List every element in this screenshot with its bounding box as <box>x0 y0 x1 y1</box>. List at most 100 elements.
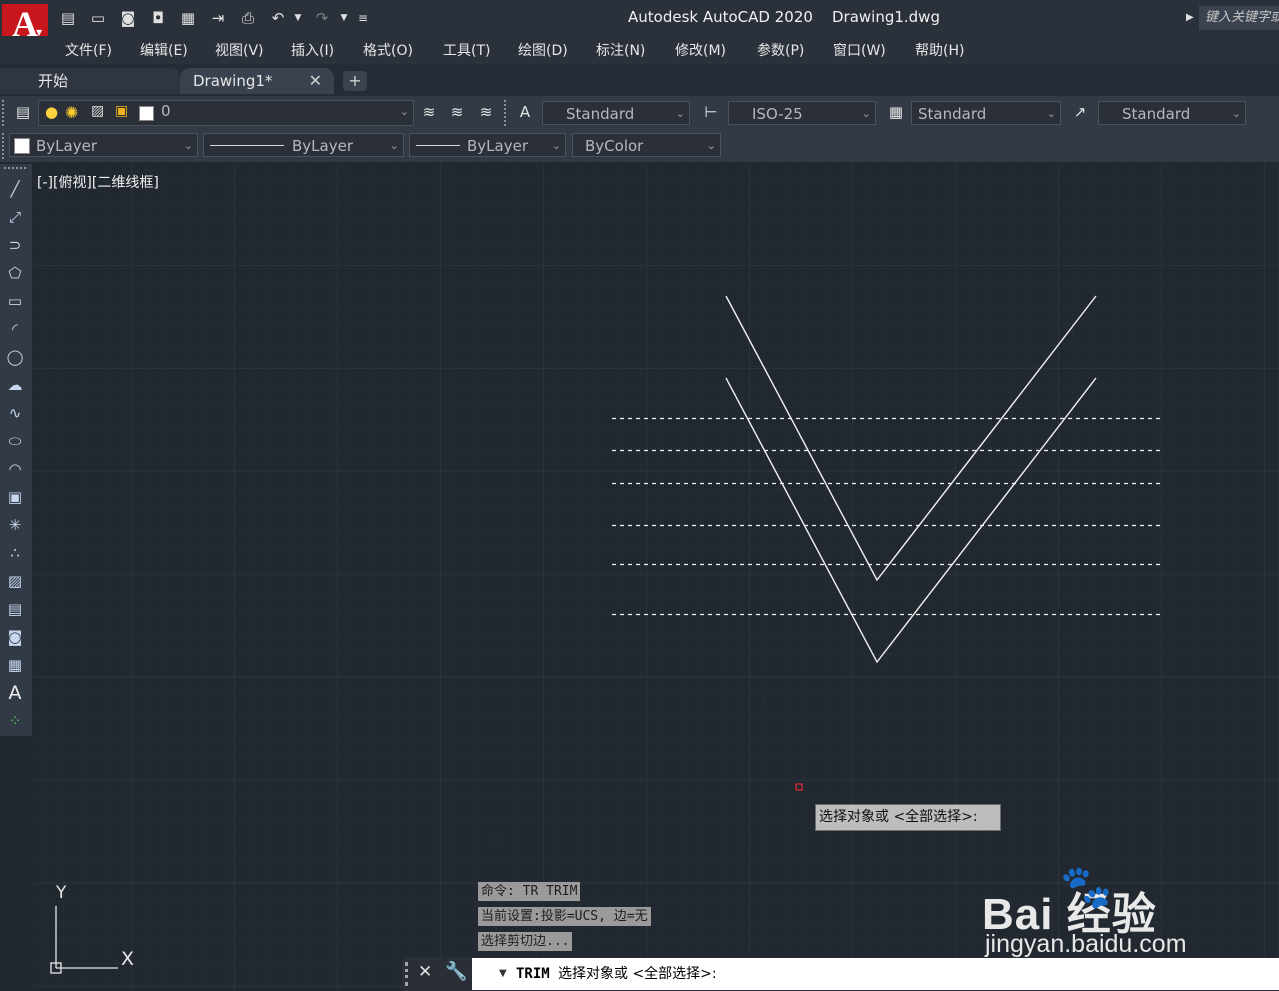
make-current-layer-icon[interactable]: ≋ <box>418 101 440 123</box>
table-tool-icon[interactable]: ▦ <box>4 654 26 676</box>
close-tab-icon[interactable]: ✕ <box>309 68 322 94</box>
app-menu-chevron-icon: ▼ <box>36 28 43 37</box>
arc-tool-icon[interactable]: ◜ <box>4 318 26 340</box>
spline-tool-icon[interactable]: ∿ <box>4 402 26 424</box>
redo-icon[interactable]: ↷ <box>312 9 332 27</box>
new-file-icon[interactable]: ▤ <box>58 9 78 27</box>
layer-dropdown[interactable]: ● ✺ ▨ ▣ 0 ⌄ <box>38 100 414 126</box>
chevron-down-icon: ⌄ <box>861 107 871 120</box>
recent-commands-chevron-icon[interactable]: ▼ <box>499 958 507 990</box>
revision-cloud-icon[interactable]: ☁ <box>4 374 26 396</box>
chevron-down-icon: ⌄ <box>706 139 716 152</box>
lineweight-sample <box>416 145 460 146</box>
menu-help[interactable]: 帮助(H) <box>915 40 964 60</box>
toolbar-grip[interactable] <box>2 133 8 159</box>
text-style-value: Standard <box>566 105 635 123</box>
tab-drawing1[interactable]: Drawing1* ✕ <box>180 68 334 94</box>
current-layer-name: 0 <box>161 102 171 120</box>
publish-icon[interactable]: ▦ <box>178 9 198 27</box>
multiline-text-icon[interactable]: A <box>4 682 26 704</box>
toolbar-grip[interactable] <box>2 100 8 126</box>
undo-icon[interactable]: ↶ <box>268 9 288 27</box>
chevron-down-icon: ⌄ <box>551 139 561 152</box>
paw-icon: 🐾 <box>1060 862 1113 911</box>
redo-dropdown-icon[interactable]: ▼ <box>338 9 350 27</box>
multileader-style-value: Standard <box>1122 105 1191 123</box>
previous-layer-icon[interactable]: ≋ <box>475 101 497 123</box>
save-as-icon[interactable]: ◘ <box>148 9 168 27</box>
unlock-icon: ▣ <box>115 103 129 119</box>
menu-view[interactable]: 视图(V) <box>215 40 264 60</box>
watermark-url: jingyan.baidu.com <box>985 930 1187 958</box>
new-tab-button[interactable]: + <box>343 71 367 91</box>
menu-insert[interactable]: 插入(I) <box>291 40 334 60</box>
undo-dropdown-icon[interactable]: ▼ <box>292 9 304 27</box>
search-input[interactable]: 键入关键字或 <box>1199 6 1279 30</box>
line-tool-icon[interactable]: ╱ <box>4 178 26 200</box>
sun-icon: ✺ <box>65 103 79 122</box>
rectangle-tool-icon[interactable]: ▭ <box>4 290 26 312</box>
chevron-down-icon: ⌄ <box>1046 107 1056 120</box>
gradient-tool-icon[interactable]: ▤ <box>4 598 26 620</box>
print-icon[interactable]: ⎙ <box>238 9 258 27</box>
chevron-down-icon: ⌄ <box>389 139 399 152</box>
construction-line-icon[interactable]: ⤢ <box>4 206 26 228</box>
menu-file[interactable]: 文件(F) <box>65 40 112 60</box>
toolbar-grip[interactable] <box>504 100 510 126</box>
menu-dimension[interactable]: 标注(N) <box>596 40 645 60</box>
polyline-tool-icon[interactable]: ⊃ <box>4 234 26 256</box>
lineweight-dropdown[interactable]: ByLayer ⌄ <box>409 133 566 157</box>
insert-block-icon[interactable]: ▣ <box>4 486 26 508</box>
expand-arrow-icon[interactable]: ▶ <box>1186 12 1194 23</box>
dimension-style-value: ISO-25 <box>752 105 803 123</box>
ellipse-tool-icon[interactable]: ⬭ <box>4 430 26 452</box>
save-icon[interactable]: ◙ <box>118 9 138 27</box>
table-style-value: Standard <box>918 105 987 123</box>
open-folder-icon[interactable]: ▭ <box>88 9 108 27</box>
import-icon[interactable]: ⇥ <box>208 9 228 27</box>
linetype-sample <box>210 145 284 146</box>
table-style-dropdown[interactable]: Standard ⌄ <box>911 101 1061 125</box>
layer-properties-icon[interactable]: ▤ <box>12 101 34 123</box>
make-block-icon[interactable]: ✳ <box>4 514 26 536</box>
ellipse-arc-icon[interactable]: ◠ <box>4 458 26 480</box>
customize-wrench-icon[interactable]: 🔧 <box>445 961 467 982</box>
command-input[interactable]: ▼ TRIM 选择对象或 <全部选择>: <box>472 958 1279 990</box>
dimension-style-dropdown[interactable]: ISO-25 ⌄ <box>728 101 876 125</box>
menu-edit[interactable]: 编辑(E) <box>140 40 188 60</box>
viewport-controls-label[interactable]: [-][俯视][二维线框] <box>37 172 159 192</box>
close-icon[interactable]: ✕ <box>418 962 432 982</box>
customize-quick-access-icon[interactable]: ≡ <box>356 9 370 27</box>
linetype-dropdown[interactable]: ByLayer ⌄ <box>203 133 404 157</box>
menu-draw[interactable]: 绘图(D) <box>518 40 568 60</box>
text-style-dropdown[interactable]: Standard ⌄ <box>542 101 690 125</box>
command-prompt: 选择对象或 <全部选择>: <box>558 966 717 982</box>
command-line-grip[interactable] <box>405 962 414 986</box>
tab-start[interactable]: 开始 <box>0 68 180 94</box>
toolbar-grip[interactable] <box>4 167 26 173</box>
multileader-style-icon[interactable]: ↗ <box>1069 101 1091 123</box>
plot-style-dropdown[interactable]: ByColor ⌄ <box>572 133 721 157</box>
tab-start-label: 开始 <box>38 72 69 90</box>
dimension-style-icon[interactable]: ⊢ <box>700 101 722 123</box>
region-tool-icon[interactable]: ◙ <box>4 626 26 648</box>
polygon-tool-icon[interactable]: ⬠ <box>4 262 26 284</box>
menu-parametric[interactable]: 参数(P) <box>757 40 804 60</box>
text-style-icon[interactable]: A <box>514 101 536 123</box>
command-name: TRIM <box>516 966 550 982</box>
add-selected-icon[interactable]: ⁘ <box>4 710 26 732</box>
menu-tools[interactable]: 工具(T) <box>443 40 490 60</box>
menu-window[interactable]: 窗口(W) <box>833 40 886 60</box>
hatch-tool-icon[interactable]: ▨ <box>4 570 26 592</box>
circle-tool-icon[interactable]: ◯ <box>4 346 26 368</box>
multileader-style-dropdown[interactable]: Standard ⌄ <box>1098 101 1246 125</box>
table-style-icon[interactable]: ▦ <box>885 101 907 123</box>
chevron-down-icon: ⌄ <box>183 139 193 152</box>
color-dropdown[interactable]: ByLayer ⌄ <box>9 133 198 157</box>
point-tool-icon[interactable]: ∴ <box>4 542 26 564</box>
command-history-line: 命令: TR TRIM <box>478 882 581 901</box>
menu-modify[interactable]: 修改(M) <box>675 40 726 60</box>
menu-format[interactable]: 格式(O) <box>363 40 413 60</box>
match-layer-icon[interactable]: ≋ <box>446 101 468 123</box>
tab-drawing1-label: Drawing1* <box>193 72 273 90</box>
